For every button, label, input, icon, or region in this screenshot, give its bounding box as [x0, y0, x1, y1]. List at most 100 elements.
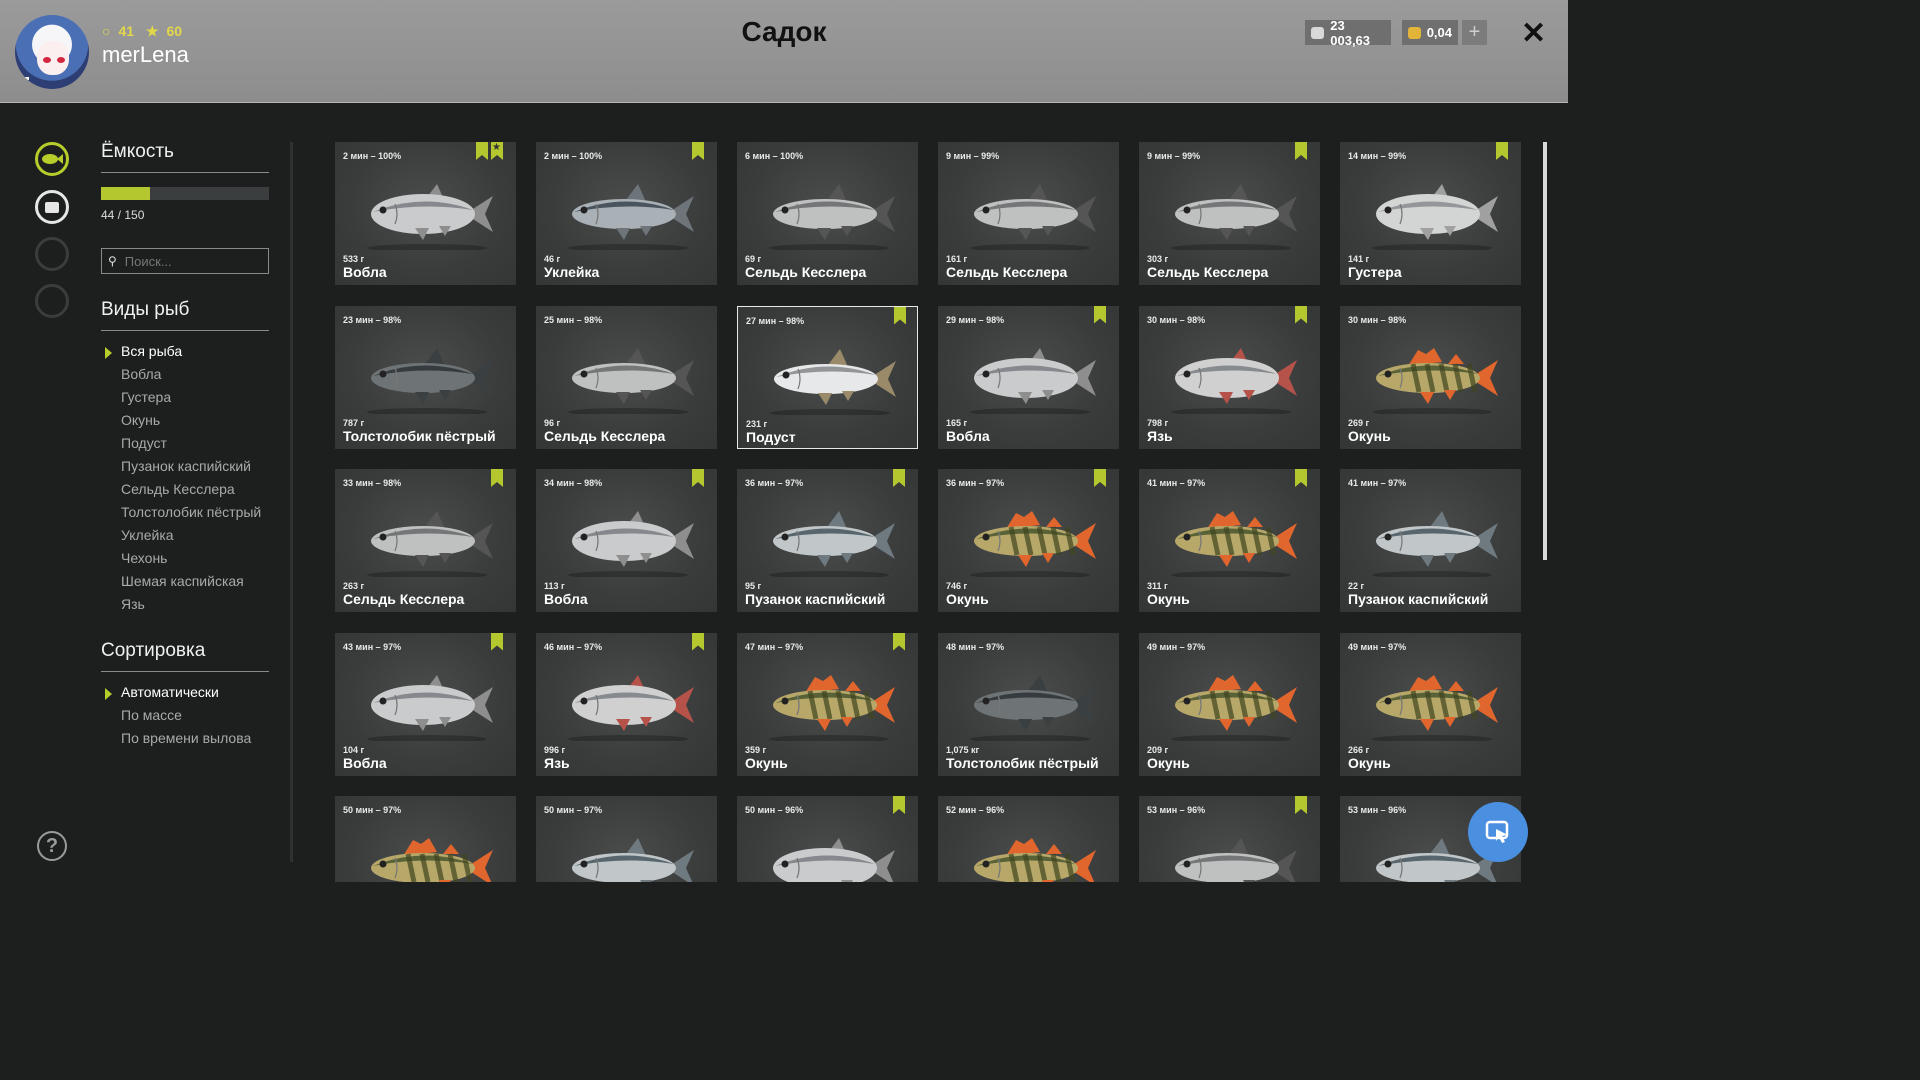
- fish-card[interactable]: 41 мин – 97% 22 г Пузанок каспийский: [1340, 469, 1521, 612]
- fish-weight: 165 г: [946, 417, 968, 428]
- fish-card[interactable]: 50 мин – 96%: [737, 796, 918, 882]
- fish-card[interactable]: 9 мин – 99% 161 г Сельдь Кесслера: [938, 142, 1119, 285]
- catch-time: 2 мин – 100%: [544, 151, 603, 161]
- fish-card[interactable]: 52 мин – 96%: [938, 796, 1119, 882]
- bookmark-icon[interactable]: [893, 469, 905, 487]
- fish-name: Вобла: [544, 591, 588, 607]
- species-filter-item[interactable]: Чехонь: [121, 550, 167, 566]
- fish-card[interactable]: 49 мин – 97% 266 г Окунь: [1340, 632, 1521, 776]
- fish-name: Сельдь Кесслера: [1147, 264, 1269, 280]
- bookmark-icon[interactable]: [476, 142, 488, 160]
- fish-card[interactable]: 50 мин – 97%: [335, 796, 516, 882]
- catch-time: 30 мин – 98%: [1348, 314, 1407, 325]
- fish-card[interactable]: 36 мин – 97% 746 г Окунь: [938, 469, 1119, 612]
- bookmark-icon[interactable]: [1496, 142, 1508, 160]
- search-field[interactable]: ⚲: [101, 248, 269, 274]
- fish-image: [367, 184, 493, 250]
- home-icon[interactable]: [35, 284, 69, 318]
- bookmark-icon[interactable]: [893, 796, 905, 814]
- catch-time: 23 мин – 98%: [343, 314, 402, 325]
- species-filter-item[interactable]: Сельдь Кесслера: [121, 481, 235, 497]
- fish-card[interactable]: 9 мин – 99% 303 г Сельдь Кесслера: [1139, 142, 1320, 285]
- sort-option-item[interactable]: Автоматически: [121, 684, 219, 700]
- fish-card[interactable]: 53 мин – 96%: [1139, 796, 1320, 882]
- fish-name: Вобла: [343, 264, 387, 280]
- species-filter-item[interactable]: Шемая каспийская: [121, 573, 244, 589]
- fish-card[interactable]: 49 мин – 97% 209 г Окунь: [1139, 632, 1320, 776]
- camp-icon[interactable]: [35, 237, 69, 271]
- species-filter-item[interactable]: Вся рыба: [121, 343, 182, 359]
- catch-time: 27 мин – 98%: [746, 315, 805, 326]
- fish-name: Густера: [1348, 264, 1402, 280]
- bookmark-icon[interactable]: [1094, 305, 1106, 324]
- catch-time: 41 мин – 97%: [1348, 478, 1407, 488]
- species-filter-item[interactable]: Пузанок каспийский: [121, 458, 251, 474]
- fish-name: Сельдь Кесслера: [745, 264, 867, 280]
- divider: [101, 330, 269, 331]
- fish-card[interactable]: 34 мин – 98% 113 г Вобла: [536, 469, 717, 612]
- fish-card[interactable]: 29 мин – 98% 165 г Вобла: [938, 305, 1119, 449]
- sort-option-item[interactable]: По времени вылова: [121, 730, 251, 746]
- fish-card[interactable]: 2 мин – 100% 46 г Уклейка: [536, 142, 717, 285]
- bookmark-icon[interactable]: [692, 469, 704, 487]
- fish-image: [1372, 511, 1498, 577]
- fish-grid: 2 мин – 100%533 гВобла 2 мин – 100%46 гУ…: [335, 142, 1525, 882]
- fish-card[interactable]: 30 мин – 98% 269 г Окунь: [1340, 305, 1521, 449]
- species-filter-item[interactable]: Язь: [121, 596, 145, 612]
- fish-keepnet-icon[interactable]: [35, 142, 69, 176]
- bookmark-icon[interactable]: [894, 306, 906, 325]
- add-currency-button[interactable]: +: [1462, 20, 1487, 45]
- cooler-icon[interactable]: [35, 190, 69, 224]
- fish-card[interactable]: 25 мин – 98% 96 г Сельдь Кесслера: [536, 305, 717, 449]
- catch-time: 43 мин – 97%: [343, 641, 402, 652]
- bookmark-icon[interactable]: [692, 142, 704, 160]
- fish-card[interactable]: 48 мин – 97% 1,075 кг Толстолобик пёстрый: [938, 632, 1119, 776]
- cursor-mode-button[interactable]: [1468, 802, 1528, 862]
- species-filter-item[interactable]: Окунь: [121, 412, 160, 428]
- help-icon[interactable]: ?: [37, 831, 67, 861]
- species-filter-item[interactable]: Подуст: [121, 435, 167, 451]
- fish-card[interactable]: 43 мин – 97% 104 г Вобла: [335, 632, 516, 776]
- fish-card[interactable]: 50 мин – 97%: [536, 796, 717, 882]
- scrollbar[interactable]: [1543, 142, 1547, 560]
- fish-card[interactable]: 41 мин – 97% 311 г Окунь: [1139, 469, 1320, 612]
- fish-card[interactable]: 2 мин – 100% 533 г Вобла: [335, 142, 516, 285]
- bookmark-icon[interactable]: [1295, 305, 1307, 324]
- fish-card[interactable]: 36 мин – 97% 95 г Пузанок каспийский: [737, 469, 918, 612]
- fish-card[interactable]: 14 мин – 99% 141 г Густера: [1340, 142, 1521, 285]
- bookmark-icon[interactable]: [491, 469, 503, 487]
- selected-arrow-icon: [105, 347, 112, 359]
- bookmark-icon[interactable]: [692, 632, 704, 651]
- close-button[interactable]: ✕: [1521, 16, 1546, 51]
- bookmark-icon[interactable]: [1295, 469, 1307, 487]
- fish-card[interactable]: 33 мин – 98% 263 г Сельдь Кесслера: [335, 469, 516, 612]
- bookmark-icon[interactable]: [1295, 142, 1307, 160]
- bookmark-icon[interactable]: [893, 632, 905, 651]
- fish-card[interactable]: 47 мин – 97% 359 г Окунь: [737, 632, 918, 776]
- fish-image: [769, 184, 895, 250]
- silver-value: 23 003,63: [1330, 17, 1371, 48]
- fish-image: [970, 511, 1096, 577]
- bookmark-icon[interactable]: [1295, 796, 1307, 814]
- sort-option-item[interactable]: По массе: [121, 707, 182, 723]
- fish-weight: 209 г: [1147, 744, 1169, 755]
- fish-card[interactable]: 46 мин – 97% 996 г Язь: [536, 632, 717, 776]
- divider: [101, 172, 269, 173]
- species-filter-item[interactable]: Уклейка: [121, 527, 174, 543]
- catch-time: 49 мин – 97%: [1348, 641, 1407, 652]
- fish-weight: 1,075 кг: [946, 744, 980, 755]
- bookmark-icon[interactable]: [1094, 469, 1106, 487]
- fish-image: [568, 511, 694, 577]
- fish-card[interactable]: 27 мин – 98% 231 г Подуст: [737, 305, 918, 449]
- star-bookmark-icon[interactable]: [491, 142, 503, 160]
- fish-card[interactable]: 30 мин – 98% 798 г Язь: [1139, 305, 1320, 449]
- species-filter-item[interactable]: Толстолобик пёстрый: [121, 504, 261, 520]
- species-filter-item[interactable]: Густера: [121, 389, 171, 405]
- fish-card[interactable]: 6 мин – 100% 69 г Сельдь Кесслера: [737, 142, 918, 285]
- bookmark-icon[interactable]: [491, 632, 503, 651]
- fish-name: Вобла: [343, 754, 387, 771]
- fish-card[interactable]: 23 мин – 98% 787 г Толстолобик пёстрый: [335, 305, 516, 449]
- fish-name: Язь: [1147, 427, 1173, 444]
- species-filter-item[interactable]: Вобла: [121, 366, 161, 382]
- search-input[interactable]: [122, 252, 257, 270]
